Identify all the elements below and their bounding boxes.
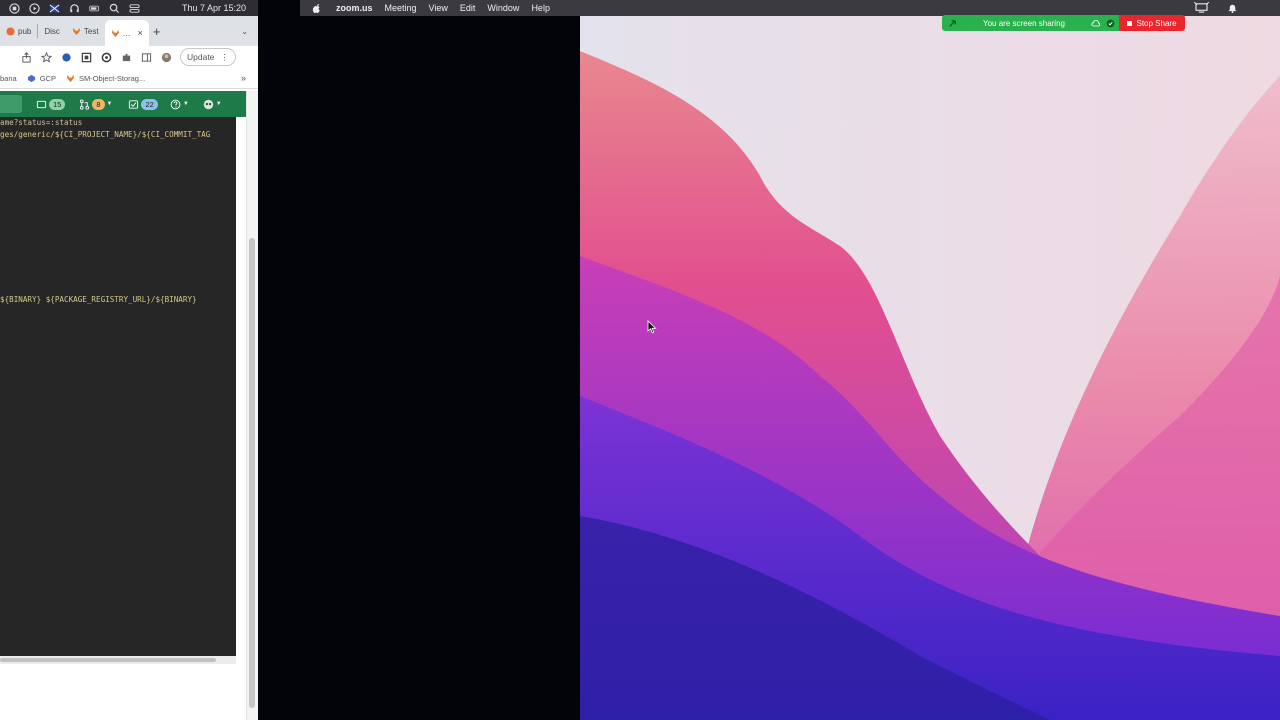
horizontal-scroll-thumb[interactable] — [0, 658, 216, 662]
merge-requests-button[interactable]: 8 ▼ — [79, 98, 113, 110]
gitlab-search-box[interactable] — [0, 95, 22, 113]
search-icon[interactable] — [108, 2, 120, 14]
chevron-down-icon: ▼ — [215, 101, 222, 107]
screen-sharing-toolbar: You are screen sharing Stop Share — [942, 15, 1185, 31]
browser-toolbar: Update ⋮ — [0, 46, 258, 68]
user-menu-button[interactable]: ▼ — [203, 99, 222, 110]
chevron-down-icon: ▼ — [182, 101, 189, 107]
tab-label: Disc — [44, 26, 60, 36]
code-line: ges/generic/${CI_PROJECT_NAME}/${CI_COMM… — [0, 130, 211, 139]
bookmarks-bar: bana GCP SM-Object-Storag... » — [0, 68, 258, 89]
avatar[interactable] — [156, 48, 176, 66]
menu-app-name[interactable]: zoom.us — [336, 3, 373, 13]
extension-globe-icon[interactable] — [96, 48, 116, 66]
stop-share-button[interactable]: Stop Share — [1119, 15, 1185, 31]
gitlab-top-bar: 15 8 ▼ 22 ▼ ▼ — [0, 91, 246, 117]
update-label: Update — [187, 52, 215, 62]
menubar-clock[interactable]: Thu 7 Apr 15:20 — [182, 3, 246, 13]
extension-box-icon[interactable] — [76, 48, 96, 66]
chevron-down-icon[interactable]: ⌄ — [241, 27, 248, 36]
browser-tab-active[interactable]: … × — [104, 20, 149, 46]
more-vert-icon: ⋮ — [220, 51, 229, 62]
tab-label: Test — [83, 26, 99, 36]
ci-job-log-panel: ame?status=:status ges/generic/${CI_PROJ… — [0, 117, 236, 656]
star-icon[interactable] — [36, 48, 56, 66]
play-circle-icon[interactable] — [28, 2, 40, 14]
todos-button[interactable]: 22 — [128, 98, 158, 110]
help-icon — [170, 99, 181, 109]
monterey-wallpaper-image — [580, 16, 1280, 720]
record-icon[interactable] — [8, 2, 20, 14]
tab-label: pub — [18, 26, 32, 36]
gcp-icon — [27, 74, 35, 82]
issues-count-badge: 15 — [49, 98, 66, 110]
bookmarks-overflow-button[interactable]: » — [241, 73, 246, 83]
menu-window[interactable]: Window — [487, 3, 519, 13]
share-icon[interactable] — [16, 48, 36, 66]
mouse-pointer-icon — [647, 320, 657, 334]
zoom-share-status-icon[interactable] — [1193, 1, 1210, 15]
gitlab-icon — [72, 27, 81, 35]
tab-label: … — [122, 28, 131, 38]
close-tab-icon[interactable]: × — [138, 28, 143, 38]
bookmark-item[interactable]: GCP — [27, 74, 56, 83]
chevron-down-icon: ▼ — [106, 101, 113, 107]
apple-logo-icon[interactable] — [312, 3, 322, 14]
todo-count-badge: 22 — [141, 98, 158, 110]
todo-check-icon — [129, 99, 139, 109]
stop-icon — [1127, 20, 1133, 26]
bookmark-item[interactable]: bana — [0, 74, 17, 83]
sidebar-icon[interactable] — [136, 48, 156, 66]
flag-icon[interactable] — [48, 2, 60, 14]
browser-tab-strip: pub Disc Test … × + ⌄ — [0, 16, 258, 46]
bookmark-item[interactable]: SM-Object-Storag... — [66, 74, 145, 83]
control-center-icon[interactable] — [128, 2, 140, 14]
issues-button[interactable]: 15 — [36, 98, 66, 110]
mac-status-bar: Thu 7 Apr 15:20 — [0, 0, 258, 16]
gitlab-icon — [111, 29, 119, 37]
gitlab-icon — [66, 74, 75, 82]
vertical-scroll-thumb[interactable] — [249, 238, 255, 708]
puzzle-icon[interactable] — [116, 48, 136, 66]
stop-share-label: Stop Share — [1136, 18, 1177, 28]
menu-help[interactable]: Help — [531, 3, 550, 13]
browser-tab-3[interactable]: Test — [66, 20, 105, 42]
menu-edit[interactable]: Edit — [460, 3, 476, 13]
browser-window: Thu 7 Apr 15:20 pub Disc Test … × + ⌄ Up… — [0, 0, 258, 720]
shield-check-icon — [1106, 19, 1115, 28]
code-line: ${BINARY} ${PACKAGE_REGISTRY_URL}/${BINA… — [0, 295, 197, 304]
headphones-icon[interactable] — [68, 2, 80, 14]
new-tab-button[interactable]: + — [153, 24, 161, 39]
notification-bell-icon[interactable] — [1225, 2, 1240, 15]
issues-icon — [36, 100, 47, 108]
merge-request-icon — [80, 98, 90, 110]
mac-menu-bar: zoom.us Meeting View Edit Window Help — [300, 0, 1280, 16]
avatar — [203, 99, 214, 109]
browser-tab-2[interactable]: Disc — [38, 20, 66, 42]
code-line: ame?status=:status — [0, 118, 83, 127]
menu-view[interactable]: View — [429, 3, 448, 13]
empty-desktop-area — [258, 0, 580, 720]
battery-icon[interactable] — [88, 2, 100, 14]
mr-count-badge: 8 — [92, 98, 105, 110]
desktop-wallpaper — [580, 16, 1280, 720]
menu-meeting[interactable]: Meeting — [385, 3, 417, 13]
extension-blue-icon[interactable] — [56, 48, 76, 66]
drag-handle-icon[interactable] — [948, 19, 957, 28]
cloud-icon — [1091, 19, 1101, 28]
browser-tab-1[interactable]: pub — [0, 20, 37, 42]
sharing-status-text: You are screen sharing — [983, 18, 1065, 28]
update-button[interactable]: Update ⋮ — [180, 48, 236, 66]
github-icon — [6, 26, 15, 36]
help-button[interactable]: ▼ — [170, 99, 189, 110]
sharing-status-area[interactable]: You are screen sharing — [942, 15, 1119, 31]
